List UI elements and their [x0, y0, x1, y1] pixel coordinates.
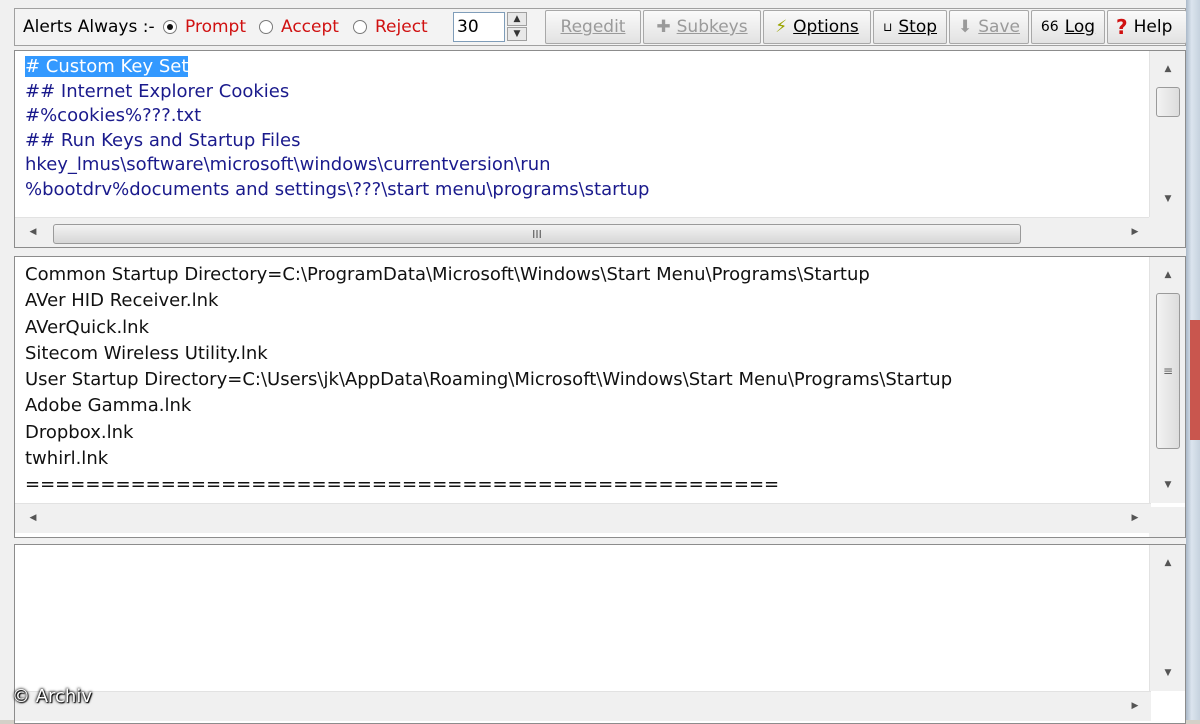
scroll-thumb[interactable] [1156, 87, 1180, 117]
app-window: Alerts Always :- Prompt Accept Reject 30… [0, 0, 1200, 724]
log-label: Log [1064, 17, 1096, 37]
key-line-1: # Custom Key Set [25, 56, 189, 77]
results-vertical-scrollbar[interactable]: ▲ ≡ ▼ [1149, 257, 1185, 503]
result-line: AVerQuick.lnk [25, 316, 150, 338]
help-button[interactable]: ? Help [1107, 10, 1187, 44]
radio-reject[interactable]: Reject [353, 9, 428, 45]
save-label: Save [978, 17, 1020, 37]
scroll-left-icon[interactable]: ◀ [23, 224, 43, 240]
stop-button[interactable]: ⊔ Stop [873, 10, 947, 44]
scroll-right-icon[interactable]: ▶ [1125, 224, 1145, 240]
scroll-down-icon[interactable]: ▼ [1158, 477, 1178, 493]
regedit-label: Regedit [560, 17, 626, 37]
key-pane-vertical-scrollbar[interactable]: ▲ ▼ [1149, 51, 1185, 217]
scroll-thumb-horizontal[interactable]: III [53, 224, 1021, 244]
download-icon: ⬇ [958, 16, 973, 37]
toolbar: Alerts Always :- Prompt Accept Reject 30… [14, 8, 1187, 46]
alerts-label: Alerts Always :- [23, 17, 155, 37]
radio-accept-label: Accept [281, 17, 339, 37]
log-pane[interactable]: ▲ ▼ ▶ [14, 544, 1186, 724]
timeout-input[interactable]: 30 [453, 12, 505, 42]
plus-icon: ✚ [656, 16, 671, 37]
result-line: ========================================… [25, 474, 780, 496]
results-horizontal-scrollbar[interactable]: ◀ ▶ [15, 503, 1151, 533]
key-pane-horizontal-scrollbar[interactable]: ◀ III ▶ [15, 217, 1151, 247]
results-pane[interactable]: Common Startup Directory=C:\ProgramData\… [14, 256, 1186, 538]
radio-accept[interactable]: Accept [259, 9, 339, 45]
scroll-corner [1149, 217, 1185, 247]
scroll-up-icon[interactable]: ▲ [1158, 267, 1178, 283]
key-set-text[interactable]: # Custom Key Set ## Internet Explorer Co… [25, 55, 649, 202]
spin-up-icon[interactable]: ▲ [507, 12, 527, 26]
key-line-2: ## Internet Explorer Cookies [25, 80, 290, 102]
stop-icon: ⊔ [882, 20, 893, 34]
scroll-thumb[interactable]: ≡ [1156, 293, 1180, 449]
scroll-up-icon[interactable]: ▲ [1158, 61, 1178, 77]
result-line: Common Startup Directory=C:\ProgramData\… [25, 264, 870, 285]
result-line: twhirl.lnk [25, 448, 109, 470]
scroll-right-icon[interactable]: ▶ [1125, 698, 1145, 714]
glasses-icon: 66 [1040, 19, 1059, 35]
radio-accept-indicator[interactable] [259, 20, 273, 34]
subkeys-button[interactable]: ✚ Subkeys [643, 10, 761, 44]
lightning-icon: ⚡ [775, 16, 788, 37]
save-button[interactable]: ⬇ Save [949, 10, 1029, 44]
log-horizontal-scrollbar[interactable]: ▶ [15, 691, 1151, 721]
radio-prompt-label: Prompt [185, 17, 246, 37]
radio-reject-indicator[interactable] [353, 20, 367, 34]
log-vertical-scrollbar[interactable]: ▲ ▼ [1149, 545, 1185, 691]
key-line-3: #%cookies%???.txt [25, 105, 202, 126]
window-edge [1186, 0, 1200, 720]
result-line: User Startup Directory=C:\Users\jk\AppDa… [25, 369, 953, 391]
result-line: Adobe Gamma.lnk [25, 395, 192, 417]
options-label: Options [793, 17, 859, 37]
scroll-corner [1149, 507, 1185, 537]
key-line-4: ## Run Keys and Startup Files [25, 129, 301, 151]
help-label: Help [1133, 17, 1173, 37]
stop-label: Stop [898, 17, 938, 37]
results-text[interactable]: Common Startup Directory=C:\ProgramData\… [25, 262, 952, 499]
result-line: Dropbox.lnk [25, 421, 134, 443]
result-line: AVer HID Receiver.lnk [25, 290, 219, 312]
key-set-editor[interactable]: # Custom Key Set ## Internet Explorer Co… [14, 50, 1186, 248]
timeout-spinner[interactable]: 30 ▲ ▼ [453, 12, 529, 42]
help-icon: ? [1116, 15, 1128, 39]
key-line-5: hkey_lmus\software\microsoft\windows\cur… [25, 154, 551, 175]
key-line-6: %bootdrv%documents and settings\???\star… [25, 178, 650, 200]
scroll-down-icon[interactable]: ▼ [1158, 191, 1178, 207]
regedit-button[interactable]: Regedit [545, 10, 641, 44]
log-button[interactable]: 66 Log [1031, 10, 1105, 44]
radio-prompt[interactable]: Prompt [163, 9, 246, 45]
radio-reject-label: Reject [375, 17, 428, 37]
spin-down-icon[interactable]: ▼ [507, 27, 527, 41]
scroll-right-icon[interactable]: ▶ [1125, 510, 1145, 526]
radio-prompt-indicator[interactable] [163, 20, 177, 34]
scroll-down-icon[interactable]: ▼ [1158, 665, 1178, 681]
options-button[interactable]: ⚡ Options [763, 10, 871, 44]
subkeys-label: Subkeys [676, 17, 748, 37]
watermark: © Archiv [12, 686, 92, 707]
scroll-left-icon[interactable]: ◀ [23, 510, 43, 526]
result-line: Sitecom Wireless Utility.lnk [25, 342, 268, 364]
scroll-up-icon[interactable]: ▲ [1158, 555, 1178, 571]
